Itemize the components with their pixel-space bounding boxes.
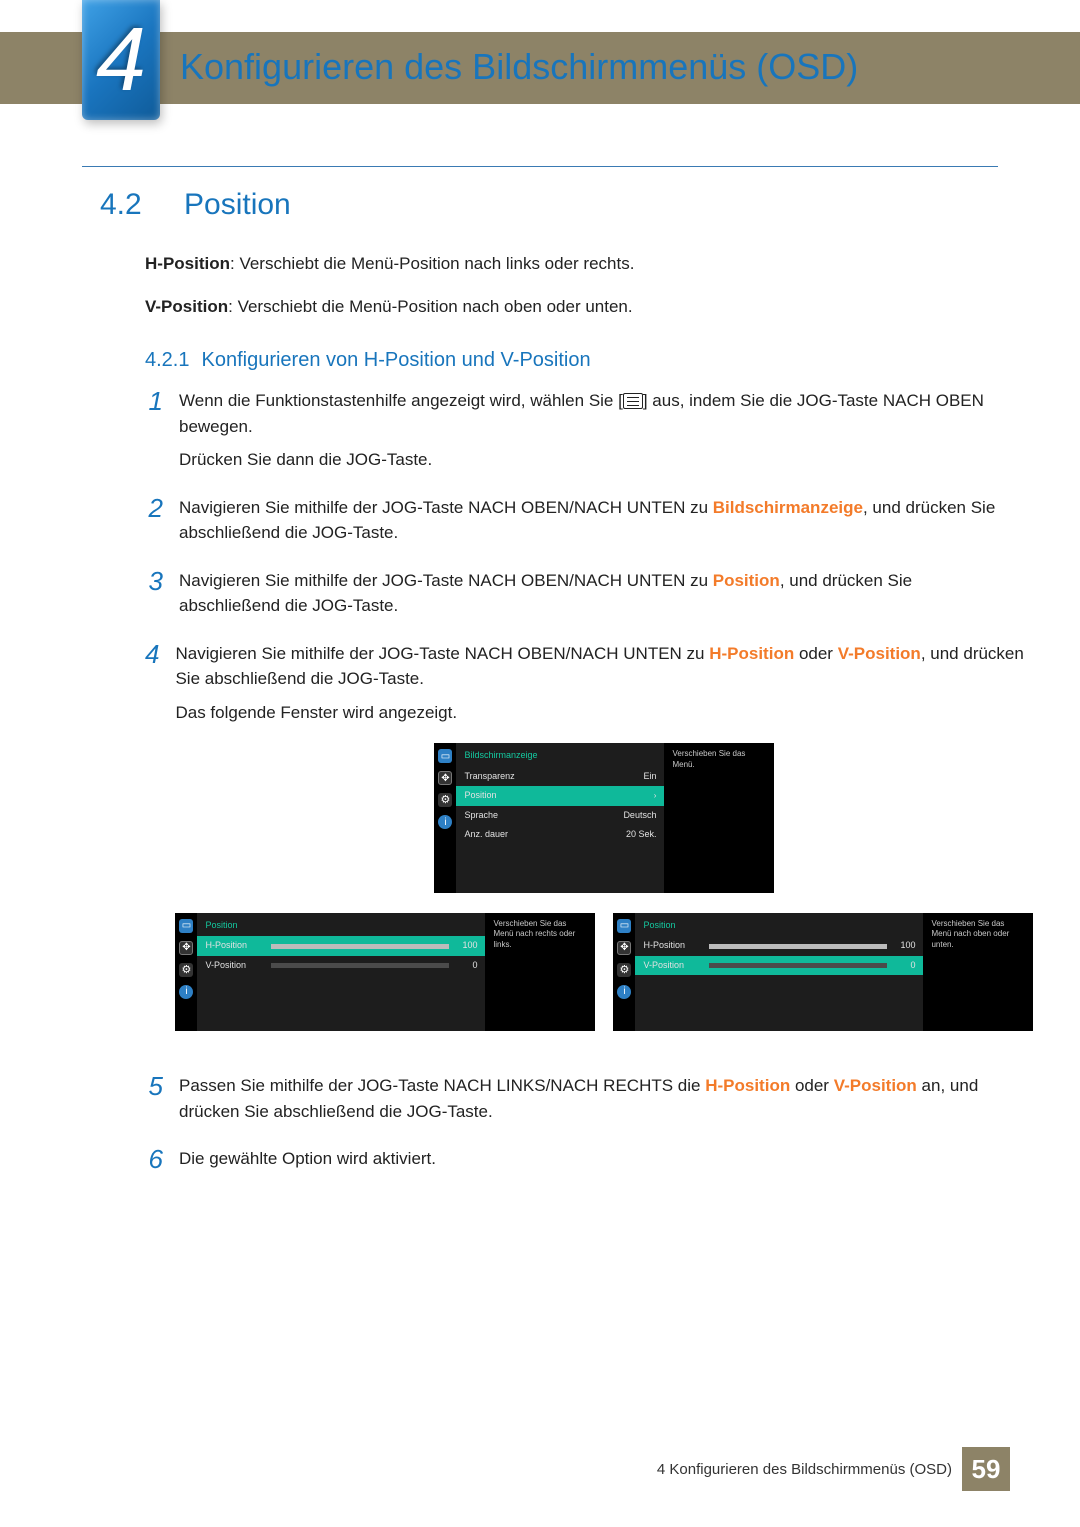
step: 2 Navigieren Sie mithilfe der JOG-Taste … — [145, 495, 998, 554]
intro-h: H-Position: Verschiebt die Menü-Position… — [145, 252, 998, 277]
monitor-icon: ▭ — [438, 749, 452, 763]
gear-icon: ⚙ — [179, 963, 193, 977]
subsection-number: 4.2.1 — [145, 349, 189, 372]
step: 3 Navigieren Sie mithilfe der JOG-Taste … — [145, 568, 998, 627]
page-number: 59 — [962, 1447, 1010, 1491]
osd-main: ▭ ✥ ⚙ i Bildschirmanzeige TransparenzEin… — [434, 743, 774, 893]
chapter-tab: 4 — [82, 0, 160, 120]
monitor-icon: ▭ — [617, 919, 631, 933]
chapter-title: Konfigurieren des Bildschirmmenüs (OSD) — [180, 46, 858, 88]
subsection-title: Konfigurieren von H-Position und V-Posit… — [201, 349, 590, 372]
osd-h-position: ▭ ✥ ⚙ i Position H-Position100 V-Positio… — [175, 913, 595, 1032]
steps-list: 1 Wenn die Funktionstastenhilfe angezeig… — [145, 388, 998, 1180]
osd-v-position: ▭ ✥ ⚙ i Position H-Position100 V-Positio… — [613, 913, 1033, 1032]
chapter-number: 4 — [96, 15, 146, 105]
step: 6 Die gewählte Option wird aktiviert. — [145, 1146, 998, 1180]
section-number: 4.2 — [100, 188, 160, 222]
move-icon: ✥ — [438, 771, 452, 785]
footer-text: 4 Konfigurieren des Bildschirmmenüs (OSD… — [657, 1461, 952, 1478]
monitor-icon: ▭ — [179, 919, 193, 933]
gear-icon: ⚙ — [438, 793, 452, 807]
info-icon: i — [617, 985, 631, 999]
menu-icon — [623, 393, 643, 409]
step: 4 Navigieren Sie mithilfe der JOG-Taste … — [145, 641, 998, 1060]
section-title: Position — [184, 188, 291, 222]
gear-icon: ⚙ — [617, 963, 631, 977]
footer: 4 Konfigurieren des Bildschirmmenüs (OSD… — [0, 1447, 1080, 1491]
step: 5 Passen Sie mithilfe der JOG-Taste NACH… — [145, 1073, 998, 1132]
info-icon: i — [438, 815, 452, 829]
step: 1 Wenn die Funktionstastenhilfe angezeig… — [145, 388, 998, 481]
content: 4.2 Position H-Position: Verschiebt die … — [100, 188, 998, 1194]
info-icon: i — [179, 985, 193, 999]
divider-top — [82, 166, 998, 167]
move-icon: ✥ — [617, 941, 631, 955]
move-icon: ✥ — [179, 941, 193, 955]
intro-v: V-Position: Verschiebt die Menü-Position… — [145, 295, 998, 320]
